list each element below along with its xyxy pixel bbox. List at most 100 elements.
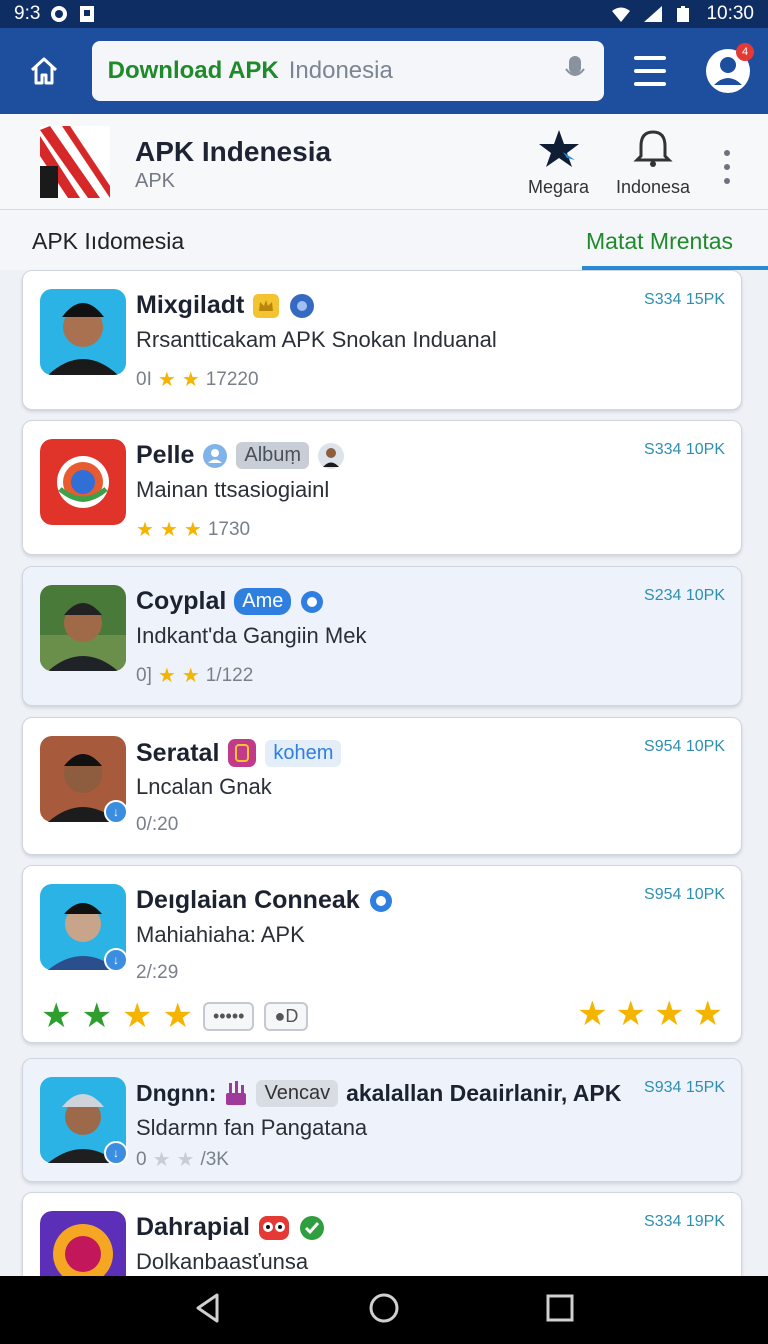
kebab-dot (724, 150, 730, 156)
system-nav-bar (0, 1276, 768, 1344)
check-icon (299, 1215, 324, 1240)
app-tag: kohem (265, 739, 342, 767)
app-icon-portrait: ↓ (40, 736, 128, 824)
rating-count: /3K (200, 1148, 229, 1170)
back-button[interactable] (193, 1292, 223, 1329)
app-description: Mahiahiaha: APK (136, 922, 305, 947)
toggle-pill-button[interactable]: ●D (264, 1001, 309, 1031)
star-icon: ★ (577, 995, 608, 1033)
search-input[interactable]: Download APK Indonesia (91, 41, 605, 101)
store-header: APK Indenesia APK Megara Indonesa (0, 114, 768, 210)
rating-count: 2/:29 (136, 962, 179, 983)
app-list-item[interactable]: Coyplal Ame Indkant'da Gangiin Mek 0] ★ ★… (22, 566, 742, 706)
app-name: Seratal (136, 738, 220, 767)
sim-icon (78, 5, 96, 23)
app-price: S954 10PK (644, 886, 725, 903)
recents-button[interactable] (545, 1293, 575, 1328)
star-icon: ★ (692, 995, 723, 1033)
app-name: Deıglaian Conneak (136, 886, 360, 914)
star-icon: ★ (136, 519, 154, 541)
tab-matat-mrentas[interactable]: Matat Mrentas (582, 210, 768, 270)
app-list-item[interactable]: Mixgiladt Rrsantticakam APK Snokan Indua… (22, 270, 742, 410)
user-badge-icon (203, 443, 228, 468)
app-rating: 2/:29 (136, 962, 178, 984)
globe-icon (290, 293, 315, 318)
app-icon-portrait: ↓ (40, 1077, 128, 1165)
download-badge-icon: ↓ (104, 1141, 128, 1165)
app-tag: Vencav (256, 1079, 339, 1107)
status-time-left: 9:3 (14, 3, 41, 24)
star-icon: ★ (152, 1149, 171, 1171)
app-name: Mixgiladt (136, 291, 245, 319)
verified-icon (369, 889, 392, 912)
app-list-item[interactable]: ↓ Dngnn: Vencav akalallan Deaıirlanir, A… (22, 1058, 742, 1182)
rating-prefix: 0] (136, 664, 152, 686)
star-icon: ★ (157, 665, 176, 687)
app-name-rest: akalallan Deaıirlanir, APK (346, 1079, 622, 1106)
store-title: APK Indenesia (135, 136, 332, 167)
kebab-dot (724, 178, 730, 184)
app-icon-portrait: ↓ (40, 884, 128, 972)
app-name: Pelle (136, 441, 195, 469)
rating-stars-right: ★ ★ ★ ★ (577, 994, 723, 1034)
download-badge-icon: ↓ (104, 948, 128, 972)
app-price: S954 10PK (644, 738, 725, 755)
kebab-dot (724, 164, 730, 170)
sync-icon (50, 5, 68, 23)
tab-apk-indonesia[interactable]: APK Iıdomesia (32, 228, 184, 255)
app-rating: 0I ★ ★ 17220 (136, 367, 259, 392)
rating-prefix: 0 (136, 1148, 147, 1170)
dots-pill-button[interactable]: ••••• (202, 1001, 255, 1031)
back-icon (196, 1293, 219, 1322)
star-icon: ★ (176, 1149, 195, 1171)
app-price: S234 10PK (644, 587, 725, 604)
battery-icon (674, 5, 692, 23)
app-list-item[interactable]: ↓ Deıglaian Conneak Mahiahiaha: APK 2/:2… (22, 865, 742, 1043)
app-price: S334 10PK (644, 441, 725, 458)
mic-icon[interactable] (562, 53, 588, 90)
star-icon: ★ (41, 997, 72, 1035)
app-tag: Albuṃ (236, 442, 310, 469)
signal-icon (642, 5, 663, 23)
verified-icon (301, 590, 324, 613)
rating-count: 1730 (207, 518, 251, 540)
app-description: Lncalan Gnak (136, 774, 272, 799)
app-tag: Ame (234, 588, 292, 615)
app-name: Dngnn: (136, 1079, 217, 1106)
star-icon (538, 130, 579, 167)
search-query-rest: Indonesia (288, 57, 393, 84)
more-options-icon[interactable] (720, 150, 734, 184)
star-icon: ★ (181, 665, 200, 687)
star-action-label: Megara (528, 177, 590, 197)
app-icon-portrait (40, 289, 126, 375)
candle-icon (226, 1081, 247, 1105)
store-subtitle: APK (135, 170, 176, 192)
app-name: Dahrapial (136, 1213, 250, 1241)
crown-icon (253, 293, 280, 318)
app-price: S334 19PK (644, 1213, 725, 1230)
bell-action-button[interactable]: Indonesa (616, 128, 690, 198)
star-action-button[interactable]: Megara (528, 128, 589, 198)
menu-icon-bar (634, 69, 667, 73)
star-icon: ★ (162, 997, 193, 1035)
star-icon: ★ (181, 369, 200, 391)
account-avatar[interactable]: 4 (706, 43, 755, 93)
home-nav-button[interactable] (368, 1292, 400, 1329)
owl-icon (258, 1215, 289, 1240)
status-time-right: 10:30 (706, 3, 754, 24)
star-icon: ★ (183, 519, 202, 541)
app-icon-browser (40, 439, 126, 525)
star-icon: ★ (159, 519, 178, 541)
app-name: Coyplal (136, 587, 227, 615)
home-icon (30, 57, 57, 85)
app-description: Indkant'da Gangiin Mek (136, 623, 367, 648)
bell-icon (633, 130, 673, 167)
star-icon: ★ (654, 995, 685, 1033)
app-list-item[interactable]: Pelle Albuṃ Mainan ttsasiogiainl ★ ★ ★ 173… (22, 420, 742, 555)
menu-icon-bar (634, 82, 667, 86)
menu-button[interactable] (634, 56, 667, 86)
home-button[interactable] (18, 45, 70, 97)
app-list-item[interactable]: ↓ Seratal kohem Lncalan Gnak 0/:20 S954 … (22, 717, 742, 855)
star-icon: ★ (615, 995, 647, 1033)
app-rating: 0] ★ ★ 1/122 (136, 663, 253, 688)
